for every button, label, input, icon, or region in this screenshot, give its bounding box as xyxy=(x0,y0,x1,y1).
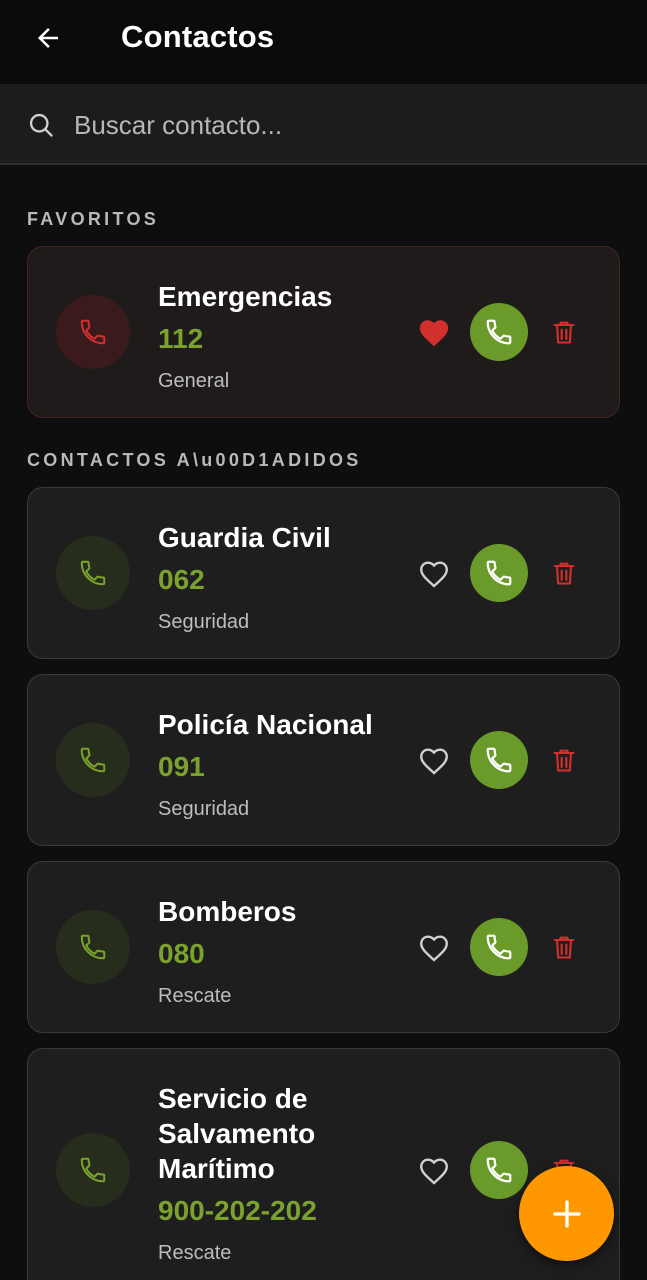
arrow-left-icon xyxy=(38,28,58,48)
favorite-button[interactable] xyxy=(415,1152,453,1190)
phone-icon xyxy=(80,1157,106,1183)
favorite-button[interactable] xyxy=(415,742,453,780)
delete-button[interactable] xyxy=(548,555,580,591)
call-button[interactable] xyxy=(470,303,528,361)
contact-name: Emergencias xyxy=(158,281,333,312)
call-button[interactable] xyxy=(470,731,528,789)
call-button[interactable] xyxy=(470,1141,528,1199)
heart-outline-icon xyxy=(420,1158,448,1185)
contact-name: Policía Nacional xyxy=(158,709,373,740)
contact-card[interactable]: Guardia Civil 062 Seguridad xyxy=(27,487,620,659)
contact-category: Seguridad xyxy=(158,798,250,820)
back-button[interactable] xyxy=(26,18,70,58)
avatar xyxy=(56,536,130,610)
contact-info: Policía Nacional 091 Seguridad xyxy=(158,707,398,822)
contact-name: Bomberos xyxy=(158,896,297,927)
contacts-screen: Contactos FAVORITOS Emergencias 112 Gene… xyxy=(0,0,647,1280)
trash-icon xyxy=(553,936,575,959)
favorite-button[interactable] xyxy=(415,555,453,593)
trash-icon xyxy=(553,749,575,772)
contact-category: Rescate xyxy=(158,985,232,1007)
contact-card[interactable]: Policía Nacional 091 Seguridad xyxy=(27,674,620,846)
heart-outline-icon xyxy=(420,935,448,962)
phone-icon xyxy=(486,934,512,960)
phone-icon xyxy=(486,319,512,345)
delete-button[interactable] xyxy=(548,742,580,778)
favorites-section-title: FAVORITOS xyxy=(27,209,160,229)
page-title: Contactos xyxy=(121,19,275,54)
favorite-button[interactable] xyxy=(415,314,453,352)
phone-icon xyxy=(80,747,106,773)
search-bar xyxy=(0,84,647,165)
phone-icon xyxy=(80,934,106,960)
heart-filled-icon xyxy=(419,320,449,347)
contact-number: 080 xyxy=(158,938,205,969)
phone-icon xyxy=(486,1157,512,1183)
contact-card[interactable]: Bomberos 080 Rescate xyxy=(27,861,620,1033)
search-icon xyxy=(29,113,53,137)
contact-category: Rescate xyxy=(158,1242,232,1264)
heart-outline-icon xyxy=(420,561,448,588)
heart-outline-icon xyxy=(420,748,448,775)
trash-icon xyxy=(553,562,575,585)
add-contact-button[interactable] xyxy=(519,1166,614,1261)
phone-icon xyxy=(80,560,106,586)
contact-number: 062 xyxy=(158,564,205,595)
contact-info: Servicio de Salvamento Marítimo 900-202-… xyxy=(158,1081,378,1266)
phone-icon xyxy=(486,560,512,586)
contact-name: Guardia Civil xyxy=(158,522,331,553)
search-input[interactable] xyxy=(74,104,614,146)
call-button[interactable] xyxy=(470,918,528,976)
added-contacts-section-title: CONTACTOS A\u00D1ADIDOS xyxy=(27,450,362,470)
avatar xyxy=(56,723,130,797)
contact-category: General xyxy=(158,370,230,392)
phone-icon xyxy=(486,747,512,773)
trash-icon xyxy=(553,321,575,344)
delete-button[interactable] xyxy=(548,314,580,350)
contact-card-favorite[interactable]: Emergencias 112 General xyxy=(27,246,620,418)
contact-info: Guardia Civil 062 Seguridad xyxy=(158,520,398,635)
call-button[interactable] xyxy=(470,544,528,602)
delete-button[interactable] xyxy=(548,929,580,965)
favorite-button[interactable] xyxy=(415,929,453,967)
contact-name: Servicio de Salvamento Marítimo xyxy=(158,1083,316,1184)
avatar xyxy=(56,910,130,984)
contact-number: 900-202-202 xyxy=(158,1195,317,1226)
contact-number: 112 xyxy=(158,323,204,354)
contact-category: Seguridad xyxy=(158,611,250,633)
avatar xyxy=(56,1133,130,1207)
avatar xyxy=(56,295,130,369)
app-bar: Contactos xyxy=(0,0,647,84)
contact-info: Bomberos 080 Rescate xyxy=(158,894,398,1009)
contact-number: 091 xyxy=(158,751,205,782)
contact-info: Emergencias 112 General xyxy=(158,279,398,394)
phone-icon xyxy=(80,319,106,345)
plus-icon xyxy=(552,1199,581,1228)
